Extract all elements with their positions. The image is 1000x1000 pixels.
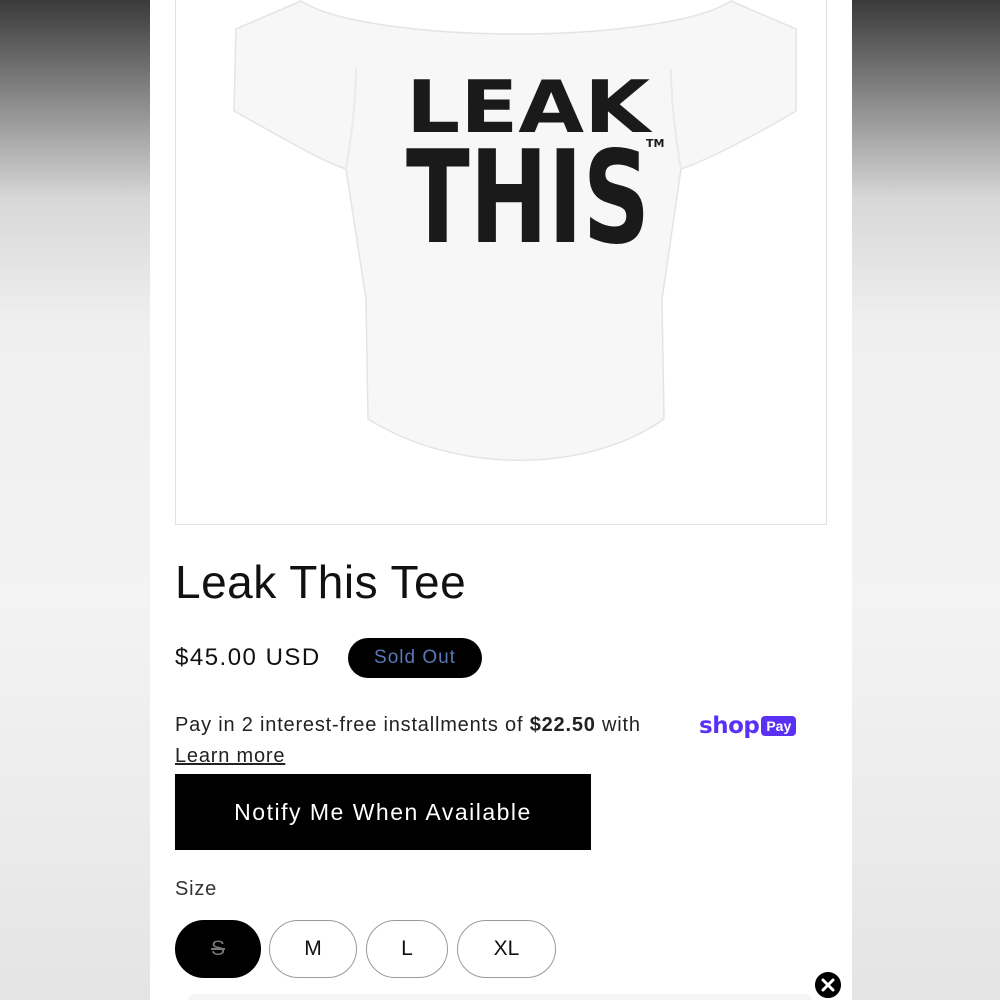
product-page: LEAK THIS TM Leak This Tee $45.00 USD So… xyxy=(150,0,852,1000)
bottom-sheet-edge xyxy=(188,994,812,1000)
close-button[interactable] xyxy=(813,970,843,1000)
size-option-m[interactable]: M xyxy=(269,920,357,978)
installments-amount: $22.50 xyxy=(529,714,596,736)
shop-pay-logo-pay: Pay xyxy=(761,716,797,736)
sold-out-badge: Sold Out xyxy=(348,638,482,678)
shirt-text-trademark: TM xyxy=(646,137,664,150)
learn-more-link[interactable]: Learn more xyxy=(175,745,285,768)
product-price: $45.00 USD xyxy=(175,644,321,671)
shop-pay-logo: shop Pay xyxy=(699,713,797,739)
shirt-text-this: THIS xyxy=(406,124,650,273)
background-right xyxy=(852,0,1000,1000)
notify-me-button[interactable]: Notify Me When Available xyxy=(175,774,591,850)
product-title: Leak This Tee xyxy=(175,556,467,608)
background-left xyxy=(0,0,150,1000)
size-option-s[interactable]: S xyxy=(175,920,261,978)
shop-pay-logo-shop: shop xyxy=(699,713,760,739)
installments-prefix: Pay in 2 interest-free installments of xyxy=(175,714,530,736)
size-label: Size xyxy=(175,878,218,900)
close-icon xyxy=(821,978,835,992)
size-option-l[interactable]: L xyxy=(366,920,448,978)
size-option-xl[interactable]: XL xyxy=(457,920,556,978)
product-image-frame: LEAK THIS TM xyxy=(175,0,827,525)
installments-suffix: with xyxy=(595,714,641,736)
installments-text: Pay in 2 interest-free installments of $… xyxy=(175,714,641,737)
product-image: LEAK THIS TM xyxy=(233,0,797,461)
